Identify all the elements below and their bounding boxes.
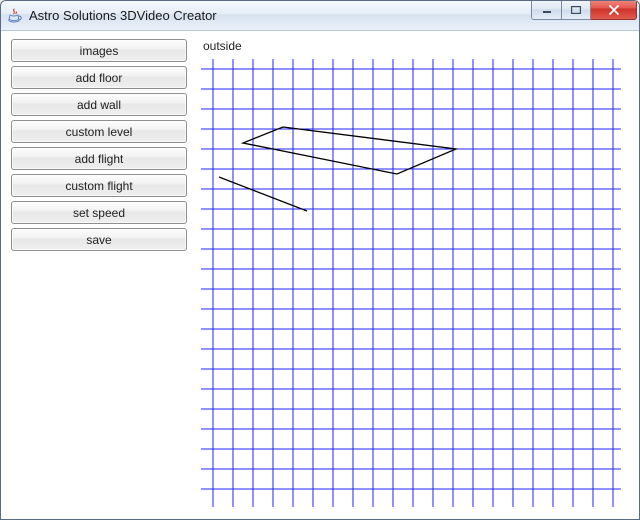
drawing-canvas[interactable] [201,59,629,509]
canvas-status-label: outside [201,37,629,59]
add-flight-button[interactable]: add flight [11,147,187,170]
window-controls [531,0,637,20]
custom-level-button[interactable]: custom level [11,120,187,143]
set-speed-button[interactable]: set speed [11,201,187,224]
add-wall-button[interactable]: add wall [11,93,187,116]
application-window: Astro Solutions 3DVideo Creator images a… [0,0,640,520]
canvas-area: outside [201,37,629,509]
java-cup-icon [7,8,23,24]
titlebar[interactable]: Astro Solutions 3DVideo Creator [1,1,639,31]
window-title: Astro Solutions 3DVideo Creator [29,8,525,23]
save-button[interactable]: save [11,228,187,251]
minimize-button[interactable] [531,0,561,20]
custom-flight-button[interactable]: custom flight [11,174,187,197]
maximize-button[interactable] [561,0,591,20]
close-button[interactable] [591,0,637,20]
content-area: images add floor add wall custom level a… [1,31,639,519]
add-floor-button[interactable]: add floor [11,66,187,89]
toolbar-sidebar: images add floor add wall custom level a… [11,37,187,509]
grid-svg [201,59,621,507]
images-button[interactable]: images [11,39,187,62]
